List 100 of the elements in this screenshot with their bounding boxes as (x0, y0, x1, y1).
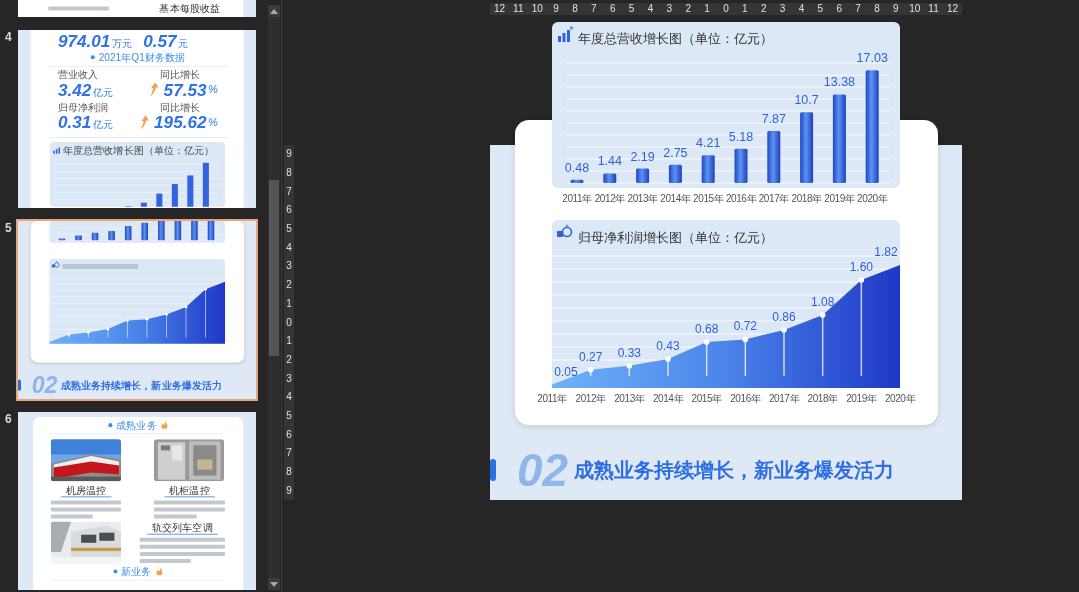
point-marker (819, 312, 826, 377)
value-label: 0.86 (772, 309, 796, 324)
bullet-icon (113, 569, 118, 574)
ruler-label: 6 (835, 3, 843, 15)
slide-number: 6 (4, 412, 13, 426)
axis-label: 2016年 (725, 193, 757, 204)
ruler-label: 5 (816, 3, 825, 15)
ruler-label: 2 (285, 352, 293, 367)
value-label: 2.75 (663, 145, 688, 160)
bar (174, 221, 182, 241)
axis-label: 2014年 (652, 393, 684, 404)
metric-value: 57.53 (163, 80, 207, 100)
section-number: 02 (517, 447, 569, 493)
ruler-label: 4 (646, 3, 655, 15)
ruler-label: 9 (552, 3, 560, 15)
value-label: 0.48 (564, 160, 590, 175)
scrollbar-thumb[interactable] (269, 180, 279, 356)
bar (124, 226, 132, 241)
axis-label: 2019年 (846, 393, 877, 404)
ruler-label: 1 (285, 334, 293, 349)
axis-label: 2011年 (562, 193, 592, 204)
ruler-label: 2 (759, 3, 768, 15)
bar (603, 173, 617, 183)
metric-value: 3.42 (57, 80, 92, 100)
flame-icon (160, 420, 168, 431)
value-label: 0.05 (554, 364, 578, 379)
value-label: 1.82 (874, 245, 898, 260)
metric-unit: 亿元 (92, 118, 114, 133)
bar-chart-icon (52, 146, 61, 155)
ruler-label: 3 (285, 371, 293, 386)
axis-label: 2015年 (693, 193, 724, 204)
text-line (48, 6, 109, 11)
ruler-label: 2 (684, 3, 692, 15)
axis-label: 2011年 (537, 393, 567, 404)
ruler-label: 9 (285, 483, 293, 498)
ruler-label: 4 (285, 240, 293, 255)
ruler-label: 4 (797, 3, 806, 15)
bar (158, 221, 165, 241)
axis-label: 2017年 (758, 193, 789, 204)
text-line (139, 558, 191, 563)
text-line (153, 514, 197, 519)
metric-unit: 亿元 (92, 85, 114, 100)
chart-title: 年度总营收增长图（单位：亿元） (578, 31, 773, 46)
chart-title: 年度总营收增长图（单位：亿元） (62, 144, 215, 157)
caption: 轨交列车空调 (147, 521, 218, 535)
coin-icon (51, 261, 60, 268)
bar-chart-icon (558, 26, 574, 42)
accent-bar (18, 379, 22, 391)
chart-title: 归母净利润增长图（单位：亿元） (578, 230, 773, 245)
axis-label: 2013年 (614, 393, 645, 404)
value-label: 5.18 (728, 129, 754, 144)
ruler-label: 12 (945, 3, 959, 15)
ruler-label: 5 (285, 222, 293, 237)
axis-label: 2019年 (824, 193, 855, 204)
bar (108, 231, 115, 241)
ruler-label: 8 (571, 3, 579, 15)
metric-unit: 元 (178, 37, 189, 51)
scroll-down-button[interactable] (268, 578, 280, 590)
ruler-label: 2 (285, 278, 293, 293)
caption: 机房温控 (60, 484, 112, 498)
coin-icon (557, 224, 573, 238)
ruler-label: 3 (285, 259, 293, 274)
ruler-label: 11 (927, 3, 940, 15)
value-label: 4.21 (696, 136, 721, 151)
metric-label: 同比增长 (158, 68, 202, 80)
value-label: 0.68 (695, 322, 719, 337)
section-number: 02 (31, 373, 58, 397)
point-marker (742, 336, 749, 377)
metric-label: 同比增长 (158, 101, 202, 113)
bar (91, 232, 99, 241)
point-marker (587, 367, 594, 377)
caption: 机柜温控 (164, 484, 215, 498)
value-label: 0.27 (579, 349, 603, 364)
point-marker (67, 333, 71, 339)
ruler-label: 7 (590, 3, 598, 15)
ruler-label: 3 (778, 3, 787, 15)
bar (75, 235, 82, 241)
value-label: 13.38 (823, 75, 856, 90)
metric-value: 0.57 (143, 31, 177, 51)
ruler-label: 7 (854, 3, 862, 15)
accent-bar (490, 459, 496, 481)
bullet-icon (108, 423, 113, 428)
ruler-label: 10 (530, 3, 544, 15)
scroll-up-button[interactable] (268, 5, 280, 17)
arrow-up-icon (148, 82, 161, 98)
axis-label: 2018年 (791, 193, 822, 204)
ruler-label: 9 (892, 3, 900, 15)
ruler-label: 8 (873, 3, 881, 15)
ruler-label: 1 (703, 3, 711, 15)
value-label: 17.03 (856, 51, 888, 66)
point-marker (626, 362, 633, 377)
ruler-label: 8 (285, 166, 293, 181)
ruler-label: 5 (285, 408, 293, 423)
ruler-label: 1 (741, 3, 749, 15)
text-line (50, 514, 93, 519)
ruler-label: 11 (512, 3, 525, 15)
axis-label: 2020年 (857, 193, 888, 204)
caret-up-icon (270, 8, 278, 14)
ruler-label: 6 (285, 427, 293, 442)
ruler-label: 3 (665, 3, 674, 15)
